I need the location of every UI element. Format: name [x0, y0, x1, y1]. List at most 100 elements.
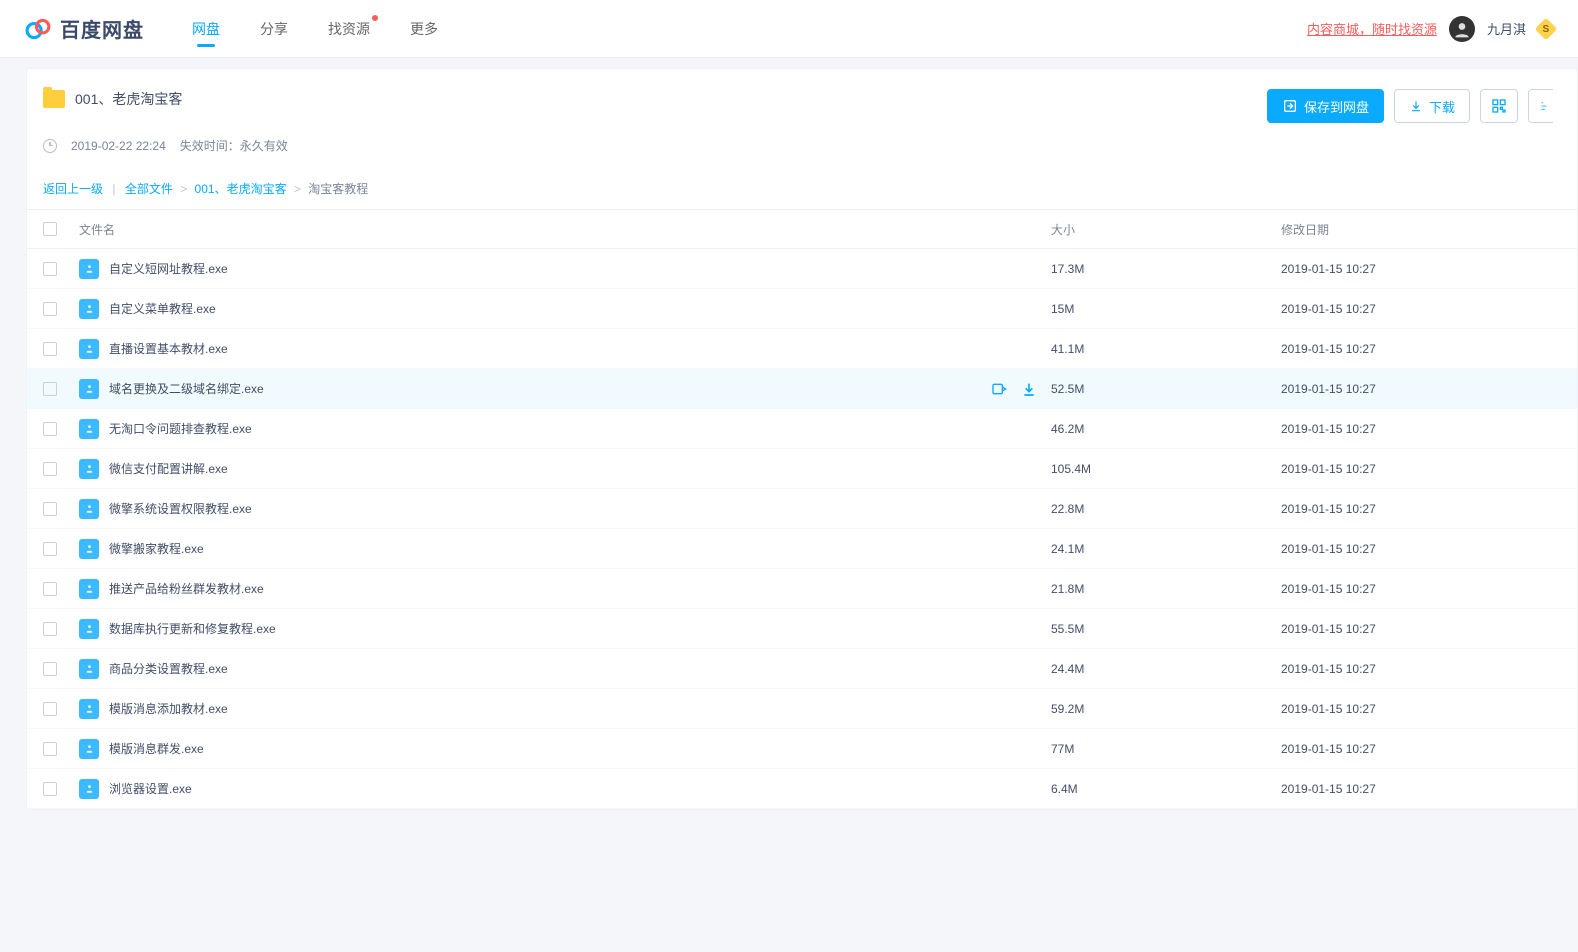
table-row[interactable]: 微擎搬家教程.exe24.1M2019-01-15 10:27	[27, 529, 1577, 569]
folder-icon	[43, 90, 65, 108]
file-date: 2019-01-15 10:27	[1281, 502, 1561, 516]
column-size[interactable]: 大小	[1051, 221, 1281, 238]
breadcrumb-mid[interactable]: 001、老虎淘宝客	[195, 182, 287, 196]
file-name: 模版消息添加教材.exe	[109, 700, 228, 717]
nav-item-0[interactable]: 网盘	[192, 1, 220, 57]
table-header: 文件名 大小 修改日期	[27, 209, 1577, 249]
file-name: 微擎搬家教程.exe	[109, 540, 204, 557]
file-name: 推送产品给粉丝群发教材.exe	[109, 580, 264, 597]
vip-badge-icon: S	[1535, 17, 1558, 40]
file-name: 自定义短网址教程.exe	[109, 260, 228, 277]
table-row[interactable]: 模版消息添加教材.exe59.2M2019-01-15 10:27	[27, 689, 1577, 729]
row-download-icon[interactable]	[1021, 381, 1037, 397]
nav-item-1[interactable]: 分享	[260, 1, 288, 57]
column-date[interactable]: 修改日期	[1281, 221, 1561, 238]
nav-item-3[interactable]: 更多	[410, 1, 438, 57]
share-timestamp: 2019-02-22 22:24	[71, 139, 166, 153]
row-checkbox[interactable]	[43, 742, 57, 756]
file-name: 无淘口令问题排查教程.exe	[109, 420, 252, 437]
row-checkbox[interactable]	[43, 502, 57, 516]
table-row[interactable]: 浏览器设置.exe6.4M2019-01-15 10:27	[27, 769, 1577, 809]
file-name: 直播设置基本教材.exe	[109, 340, 228, 357]
user-area: 内容商城，随时找资源 九月淇 S	[1307, 16, 1554, 42]
row-share-icon[interactable]	[991, 381, 1007, 397]
breadcrumb-current: 淘宝客教程	[308, 182, 368, 196]
folder-title: 001、老虎淘宝客	[75, 89, 182, 109]
file-name: 域名更换及二级域名绑定.exe	[109, 380, 264, 397]
main-nav: 网盘分享找资源更多	[192, 1, 1307, 57]
file-date: 2019-01-15 10:27	[1281, 262, 1561, 276]
table-row[interactable]: 推送产品给粉丝群发教材.exe 21.8M2019-01-15 10:27	[27, 569, 1577, 609]
more-button[interactable]	[1528, 89, 1553, 123]
exe-file-icon	[79, 299, 99, 319]
file-date: 2019-01-15 10:27	[1281, 462, 1561, 476]
exe-file-icon	[79, 539, 99, 559]
table-row[interactable]: 微擎系统设置权限教程.exe22.8M2019-01-15 10:27	[27, 489, 1577, 529]
breadcrumb-root[interactable]: 全部文件	[125, 182, 173, 196]
save-to-pan-button[interactable]: 保存到网盘	[1267, 89, 1384, 123]
exe-file-icon	[79, 779, 99, 799]
file-name: 模版消息群发.exe	[109, 740, 204, 757]
qrcode-button[interactable]	[1480, 89, 1518, 123]
row-checkbox[interactable]	[43, 422, 57, 436]
file-date: 2019-01-15 10:27	[1281, 302, 1561, 316]
breadcrumb-back[interactable]: 返回上一级	[43, 182, 103, 196]
row-checkbox[interactable]	[43, 782, 57, 796]
row-checkbox[interactable]	[43, 622, 57, 636]
share-meta: 2019-02-22 22:24 失效时间：永久有效	[27, 137, 1577, 168]
table-row[interactable]: 自定义短网址教程.exe17.3M2019-01-15 10:27	[27, 249, 1577, 289]
more-icon	[1539, 98, 1549, 114]
file-date: 2019-01-15 10:27	[1281, 582, 1561, 596]
row-checkbox[interactable]	[43, 462, 57, 476]
exe-file-icon	[79, 619, 99, 639]
exe-file-icon	[79, 499, 99, 519]
exe-file-icon	[79, 739, 99, 759]
file-name: 自定义菜单教程.exe	[109, 300, 216, 317]
exe-file-icon	[79, 259, 99, 279]
qrcode-icon	[1491, 98, 1507, 114]
row-checkbox[interactable]	[43, 542, 57, 556]
table-row[interactable]: 自定义菜单教程.exe15M2019-01-15 10:27	[27, 289, 1577, 329]
table-row[interactable]: 域名更换及二级域名绑定.exe52.5M2019-01-15 10:27	[27, 369, 1577, 409]
avatar[interactable]	[1449, 16, 1475, 42]
promo-link[interactable]: 内容商城，随时找资源	[1307, 19, 1437, 38]
row-checkbox[interactable]	[43, 662, 57, 676]
file-size: 21.8M	[1051, 582, 1281, 596]
table-row[interactable]: 商品分类设置教程.exe 24.4M2019-01-15 10:27	[27, 649, 1577, 689]
file-size: 55.5M	[1051, 622, 1281, 636]
column-name[interactable]: 文件名	[79, 221, 1051, 238]
select-all-checkbox[interactable]	[43, 222, 57, 236]
table-row[interactable]: 无淘口令问题排查教程.exe46.2M2019-01-15 10:27	[27, 409, 1577, 449]
file-panel: 001、老虎淘宝客 保存到网盘 下载	[26, 68, 1578, 810]
table-row[interactable]: 数据库执行更新和修复教程.exe55.5M2019-01-15 10:27	[27, 609, 1577, 649]
table-row[interactable]: 直播设置基本教材.exe41.1M2019-01-15 10:27	[27, 329, 1577, 369]
row-checkbox[interactable]	[43, 302, 57, 316]
top-navigation: 百度网盘 网盘分享找资源更多 内容商城，随时找资源 九月淇 S	[0, 0, 1578, 58]
file-size: 24.1M	[1051, 542, 1281, 556]
brand-logo[interactable]: 百度网盘	[24, 14, 144, 43]
notification-dot-icon	[372, 15, 378, 21]
download-icon	[1409, 99, 1423, 113]
exe-file-icon	[79, 699, 99, 719]
file-date: 2019-01-15 10:27	[1281, 662, 1561, 676]
row-checkbox[interactable]	[43, 382, 57, 396]
nav-item-2[interactable]: 找资源	[328, 1, 370, 57]
table-row[interactable]: 模版消息群发.exe77M2019-01-15 10:27	[27, 729, 1577, 769]
file-name: 商品分类设置教程.exe	[109, 660, 228, 677]
row-checkbox[interactable]	[43, 262, 57, 276]
exe-file-icon	[79, 419, 99, 439]
exe-file-icon	[79, 459, 99, 479]
exe-file-icon	[79, 379, 99, 399]
download-button[interactable]: 下载	[1394, 89, 1470, 123]
file-date: 2019-01-15 10:27	[1281, 342, 1561, 356]
row-checkbox[interactable]	[43, 342, 57, 356]
row-checkbox[interactable]	[43, 582, 57, 596]
file-size: 77M	[1051, 742, 1281, 756]
table-row[interactable]: 微信支付配置讲解.exe105.4M2019-01-15 10:27	[27, 449, 1577, 489]
file-size: 24.4M	[1051, 662, 1281, 676]
row-checkbox[interactable]	[43, 702, 57, 716]
username[interactable]: 九月淇	[1487, 19, 1526, 38]
file-name: 浏览器设置.exe	[109, 780, 192, 797]
file-size: 59.2M	[1051, 702, 1281, 716]
file-size: 105.4M	[1051, 462, 1281, 476]
